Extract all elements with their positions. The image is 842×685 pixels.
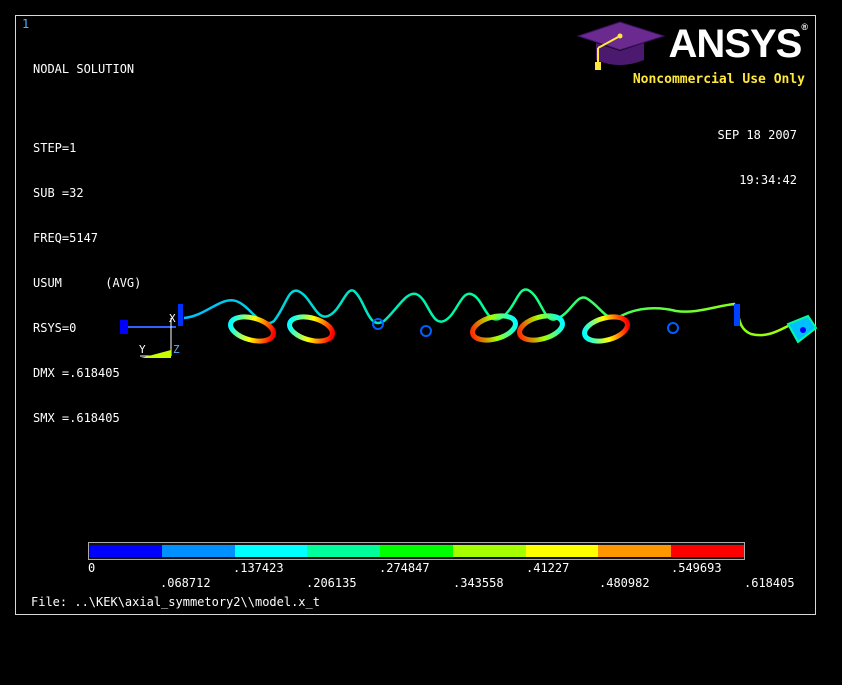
model-view[interactable]: X Y Z <box>16 16 817 616</box>
legend-label: .480982 <box>599 576 650 590</box>
legend-label: .206135 <box>306 576 357 590</box>
legend-swatch <box>307 545 381 557</box>
file-path: File: ..\KEK\axial_symmetory2\\model.x_t <box>31 595 320 609</box>
legend-label: .549693 <box>671 561 722 575</box>
triad-z-label: Z <box>173 343 180 356</box>
triad-y-label: Y <box>139 343 146 356</box>
legend-label: .137423 <box>233 561 284 575</box>
legend-label: .343558 <box>453 576 504 590</box>
legend-swatch <box>161 545 235 557</box>
legend-swatch <box>452 545 526 557</box>
legend-swatch <box>380 545 453 557</box>
legend-swatch <box>234 545 308 557</box>
triad-x-label: X <box>169 312 176 325</box>
legend-label: .068712 <box>160 576 211 590</box>
legend-swatch <box>525 545 599 557</box>
legend-label: .618405 <box>744 576 795 590</box>
legend-label: 0 <box>88 561 96 575</box>
legend-label: .41227 <box>526 561 570 575</box>
coil-rings <box>228 313 679 344</box>
legend-swatch <box>671 545 745 557</box>
legend-swatch <box>89 545 162 557</box>
legend-swatch <box>598 545 672 557</box>
contour-legend-bar <box>88 542 745 560</box>
graphics-window: 1 NODAL SOLUTION STEP=1 SUB =32 FREQ=514… <box>15 15 817 616</box>
coordinate-triad: X Y Z <box>139 312 180 358</box>
left-end-block <box>120 320 128 334</box>
legend-label: .274847 <box>379 561 430 575</box>
